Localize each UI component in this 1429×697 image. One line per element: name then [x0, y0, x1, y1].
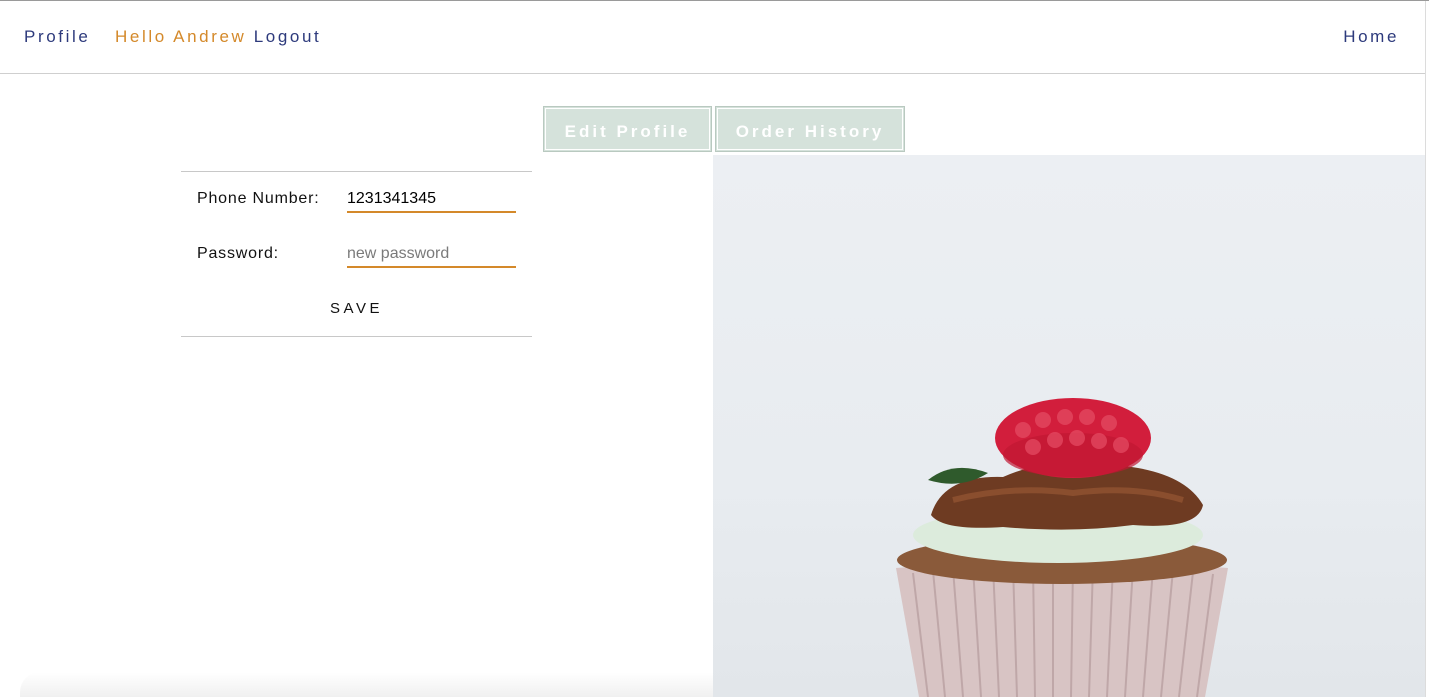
profile-link[interactable]: Profile: [24, 27, 90, 47]
password-label: Password:: [197, 245, 279, 262]
logout-link[interactable]: Logout: [254, 27, 322, 47]
page-right-border: [1425, 1, 1426, 697]
cupcake-illustration: [896, 398, 1228, 697]
bottom-shadow: [20, 672, 713, 697]
phone-number-input[interactable]: [347, 187, 516, 213]
greeting-text: Hello Andrew: [115, 27, 247, 46]
hero-cupcake-image: [713, 155, 1425, 697]
profile-tabs: Edit Profile Order History: [543, 106, 905, 152]
nav-left-group: Profile Hello Andrew Logout: [24, 27, 321, 47]
tab-order-history[interactable]: Order History: [715, 106, 905, 152]
save-button[interactable]: SAVE: [181, 300, 532, 317]
tab-edit-profile[interactable]: Edit Profile: [543, 106, 712, 152]
edit-profile-form: Phone Number: Password: SAVE: [181, 171, 532, 337]
password-input[interactable]: [347, 242, 516, 268]
phone-number-label: Phone Number:: [197, 190, 320, 207]
top-navigation-bar: Profile Hello Andrew Logout Home: [0, 1, 1425, 74]
home-link[interactable]: Home: [1343, 27, 1399, 47]
